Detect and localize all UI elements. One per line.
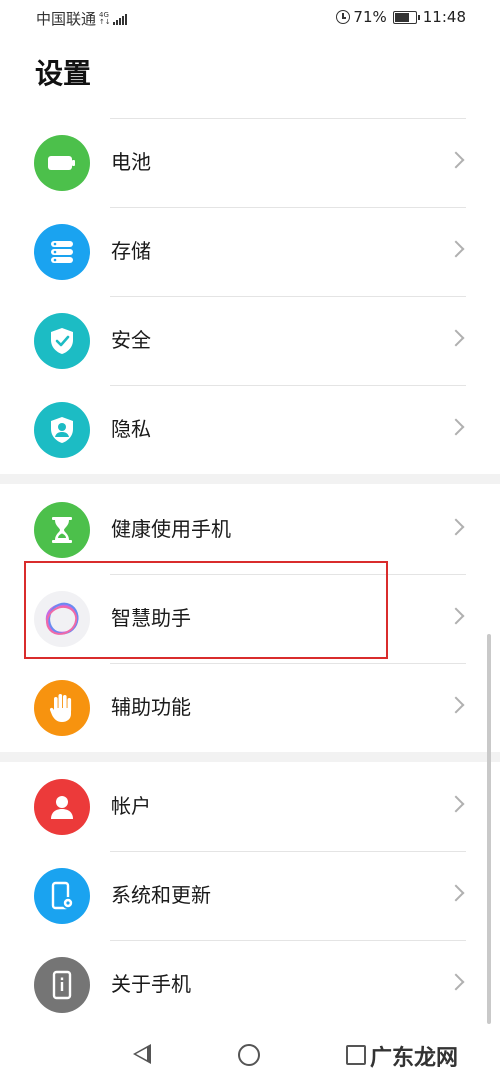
chevron-right-icon xyxy=(447,607,465,625)
chevron-right-icon xyxy=(447,973,465,991)
about-phone-icon xyxy=(34,957,90,1013)
page-title: 设置 xyxy=(35,57,92,90)
battery-status-icon xyxy=(392,10,420,24)
settings-item-storage[interactable]: 存储 xyxy=(0,207,500,296)
hand-icon xyxy=(34,680,90,736)
carrier-name: 中国联通 xyxy=(36,10,97,28)
back-icon[interactable] xyxy=(133,1044,151,1064)
system-update-icon xyxy=(34,868,90,924)
divider xyxy=(110,851,466,852)
settings-group-device: 电池 存储 安全 隐私 xyxy=(0,118,500,474)
chevron-right-icon xyxy=(447,151,465,169)
chevron-right-icon xyxy=(447,240,465,258)
status-bar: 中国联通 4G ↑↓ 71% 11:48 xyxy=(0,0,500,36)
battery-icon xyxy=(34,135,90,191)
settings-item-accessibility[interactable]: 辅助功能 xyxy=(0,663,500,752)
battery-percent: 71% xyxy=(353,8,387,26)
watermark: 广东龙网 xyxy=(366,1040,463,1072)
shield-check-icon xyxy=(34,313,90,369)
chevron-right-icon xyxy=(447,418,465,436)
settings-item-battery[interactable]: 电池 xyxy=(0,118,500,207)
account-icon xyxy=(34,779,90,835)
divider xyxy=(110,118,466,119)
privacy-icon xyxy=(34,402,90,458)
settings-item-account[interactable]: 帐户 xyxy=(0,762,500,851)
settings-item-label: 系统和更新 xyxy=(111,883,211,907)
settings-screen: 中国联通 4G ↑↓ 71% 11:48 设置 电池 存储 安全 隐私 健康使用… xyxy=(0,0,500,1083)
chevron-right-icon xyxy=(447,795,465,813)
chevron-right-icon xyxy=(447,329,465,347)
alarm-icon xyxy=(336,10,351,24)
settings-item-privacy[interactable]: 隐私 xyxy=(0,385,500,474)
settings-item-label: 安全 xyxy=(111,328,151,352)
storage-icon xyxy=(34,224,90,280)
settings-item-security[interactable]: 安全 xyxy=(0,296,500,385)
divider xyxy=(110,296,466,297)
divider xyxy=(110,663,466,664)
settings-item-label: 存储 xyxy=(111,239,151,263)
section-gap xyxy=(0,474,500,484)
recent-apps-icon[interactable] xyxy=(346,1045,366,1065)
settings-item-label: 帐户 xyxy=(111,794,151,818)
settings-item-system-update[interactable]: 系统和更新 xyxy=(0,851,500,940)
divider xyxy=(110,940,466,941)
settings-item-label: 关于手机 xyxy=(111,972,191,996)
settings-group-account: 帐户 系统和更新 关于手机 xyxy=(0,762,500,1029)
highlight-box xyxy=(24,561,388,659)
settings-item-label: 隐私 xyxy=(111,417,151,441)
divider xyxy=(110,385,466,386)
settings-item-about-phone[interactable]: 关于手机 xyxy=(0,940,500,1029)
hourglass-icon xyxy=(34,502,90,558)
signal-icon xyxy=(112,13,128,25)
settings-item-label: 辅助功能 xyxy=(111,695,191,719)
divider xyxy=(110,207,466,208)
network-type: 4G ↑↓ xyxy=(99,11,111,26)
chevron-right-icon xyxy=(447,884,465,902)
section-gap xyxy=(0,752,500,762)
chevron-right-icon xyxy=(447,518,465,536)
settings-item-label: 健康使用手机 xyxy=(111,517,231,541)
scrollbar[interactable] xyxy=(487,634,491,1024)
settings-item-label: 电池 xyxy=(111,150,151,174)
home-icon[interactable] xyxy=(238,1044,260,1066)
network-activity: ↑↓ xyxy=(99,17,111,26)
clock: 11:48 xyxy=(422,8,466,26)
chevron-right-icon xyxy=(447,696,465,714)
